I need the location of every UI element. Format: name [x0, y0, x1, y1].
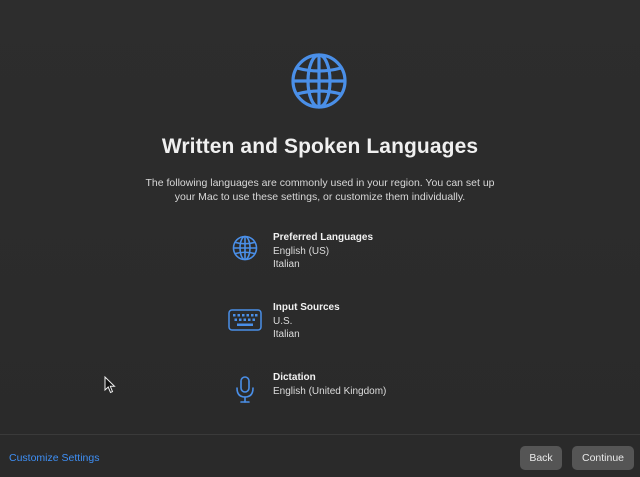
globe-icon [226, 234, 264, 262]
setting-value: U.S. [273, 315, 293, 327]
setting-input-sources: Input Sources U.S. Italian [226, 301, 486, 371]
setting-heading: Dictation [273, 372, 316, 383]
footer-divider [0, 434, 640, 435]
microphone-icon [226, 376, 264, 404]
setting-heading: Preferred Languages [273, 232, 374, 243]
setting-text: Input Sources U.S. Italian [273, 301, 340, 342]
globe-icon [291, 53, 347, 109]
page-description: The following languages are commonly use… [145, 177, 495, 203]
setting-text: Preferred Languages English (US) Italian [273, 231, 373, 272]
mouse-cursor-icon [104, 376, 116, 394]
customize-settings-link[interactable]: Customize Settings [9, 452, 99, 464]
back-button[interactable]: Back [520, 446, 562, 470]
setting-value: Italian [273, 259, 300, 270]
setting-dictation: Dictation English (United Kingdom) [226, 371, 486, 441]
setup-assistant-screen: Written and Spoken Languages The followi… [0, 0, 640, 477]
setting-value: Italian [273, 329, 300, 340]
setting-text: Dictation English (United Kingdom) [273, 371, 386, 398]
setting-preferred-languages: Preferred Languages English (US) Italian [226, 231, 486, 301]
setting-value: English (US) [273, 245, 330, 257]
setting-value: English (United Kingdom) [273, 385, 387, 397]
setting-heading: Input Sources [273, 302, 340, 313]
continue-button[interactable]: Continue [572, 446, 634, 470]
page-title: Written and Spoken Languages [161, 135, 479, 158]
keyboard-icon [226, 306, 264, 334]
language-settings-list: Preferred Languages English (US) Italian [226, 231, 486, 441]
